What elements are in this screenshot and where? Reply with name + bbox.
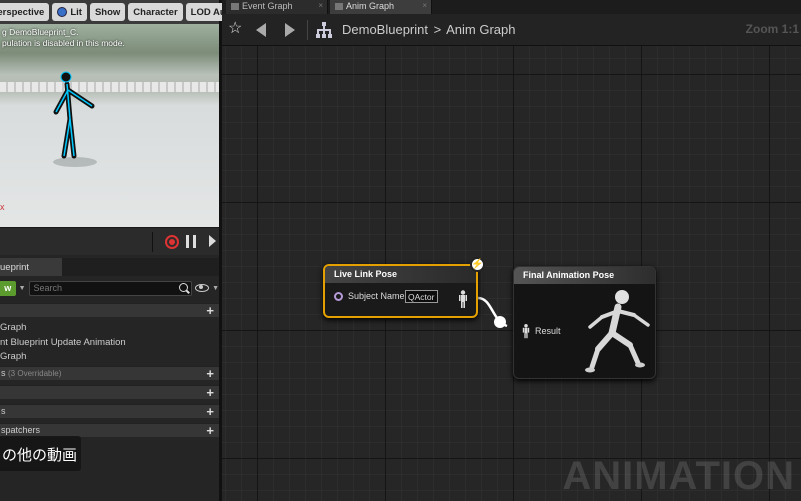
search-icon xyxy=(179,282,189,292)
watermark: ANIMATION xyxy=(562,454,795,498)
breadcrumb-separator: > xyxy=(433,22,442,37)
close-icon[interactable]: × xyxy=(422,1,427,10)
preview-viewport[interactable]: g DemoBlueprint_C. pulation is disabled … xyxy=(0,24,219,227)
plus-icon[interactable]: + xyxy=(206,367,214,380)
lit-label: Lit xyxy=(70,6,82,18)
section-label: s xyxy=(1,406,6,416)
star-icon[interactable]: ☆ xyxy=(228,21,242,37)
final-animation-pose-node[interactable]: Final Animation Pose Result xyxy=(513,266,656,379)
perspective-button[interactable]: Perspective xyxy=(0,3,50,21)
tree-item[interactable]: Graph xyxy=(0,322,26,333)
lit-icon xyxy=(57,7,68,17)
section-macros[interactable]: + xyxy=(0,385,219,399)
section-variables[interactable]: s + xyxy=(0,404,219,418)
tab-label: Event Graph xyxy=(242,1,293,11)
record-icon[interactable] xyxy=(165,235,179,249)
divider xyxy=(152,232,153,252)
my-blueprint-tabbar: ueprint xyxy=(0,258,219,276)
pin-label: Subject Name xyxy=(348,291,405,301)
breadcrumb-root[interactable]: DemoBlueprint xyxy=(342,22,428,37)
pin-label: Result xyxy=(535,326,561,336)
axis-indicator: x xyxy=(0,202,5,212)
tab-event-graph[interactable]: Event Graph × xyxy=(226,0,328,14)
my-blueprint-search-row: w ▼ ▼ xyxy=(0,279,219,297)
tab-anim-graph[interactable]: Anim Graph × xyxy=(330,0,432,14)
lit-button[interactable]: Lit xyxy=(52,3,87,21)
node-title: Live Link Pose xyxy=(325,266,476,283)
tree-item[interactable]: Graph xyxy=(0,351,26,362)
video-subtitle: の他の動画 xyxy=(0,436,81,471)
node-title: Final Animation Pose xyxy=(514,267,655,284)
plus-icon[interactable]: + xyxy=(206,304,214,317)
section-event-dispatchers[interactable]: spatchers + xyxy=(0,423,219,437)
back-arrow-icon[interactable] xyxy=(256,23,266,37)
anim-graph-editor: Event Graph × Anim Graph × ☆ DemoBlueprint… xyxy=(222,0,801,501)
close-icon[interactable]: × xyxy=(318,1,323,10)
input-pin-icon[interactable] xyxy=(334,292,343,301)
plus-icon[interactable]: + xyxy=(206,386,214,399)
graph-icon xyxy=(335,3,343,10)
eye-icon[interactable] xyxy=(195,284,210,292)
character-preview xyxy=(53,71,97,167)
section-functions[interactable]: s (3 Overridable) + xyxy=(0,366,219,380)
graph-icon xyxy=(231,3,239,10)
search-field[interactable] xyxy=(28,280,193,296)
zoom-label: Zoom 1:1 xyxy=(745,22,799,36)
graph-tabbar: Event Graph × Anim Graph × xyxy=(222,0,801,14)
plus-icon[interactable]: + xyxy=(206,424,214,437)
plus-icon[interactable]: + xyxy=(206,405,214,418)
subject-name-input[interactable] xyxy=(405,290,438,303)
my-blueprint-tab[interactable]: ueprint xyxy=(0,258,62,276)
pose-output-pin-icon[interactable] xyxy=(458,290,468,308)
section-label: s xyxy=(1,368,6,378)
live-link-pose-node[interactable]: Live Link Pose ⚡ Subject Name xyxy=(323,257,485,318)
running-mannequin-icon xyxy=(585,290,650,373)
pause-icon[interactable] xyxy=(186,235,196,248)
divider xyxy=(307,20,308,40)
viewport-toolbar: Perspective Lit Show Character LOD Auto xyxy=(0,0,240,24)
left-panel: Perspective Lit Show Character LOD Auto … xyxy=(0,0,240,501)
graph-canvas[interactable]: Live Link Pose ⚡ Subject Name Final Anim… xyxy=(222,46,801,501)
hierarchy-icon[interactable] xyxy=(316,22,332,38)
add-new-button[interactable]: w xyxy=(0,280,16,296)
pose-input-pin-icon[interactable] xyxy=(522,323,530,339)
tree-item[interactable]: nt Blueprint Update Animation xyxy=(0,337,126,348)
character-button[interactable]: Character xyxy=(128,3,183,21)
section-label: spatchers xyxy=(1,425,41,435)
breadcrumb-current: Anim Graph xyxy=(446,22,516,37)
section-graphs[interactable]: + xyxy=(0,303,219,317)
playback-controls xyxy=(0,227,219,255)
section-sublabel: (3 Overridable) xyxy=(8,369,62,378)
lightning-icon: ⚡ xyxy=(470,257,485,272)
search-input[interactable] xyxy=(33,282,174,293)
forward-arrow-icon[interactable] xyxy=(285,23,295,37)
show-button[interactable]: Show xyxy=(89,3,126,21)
tab-label: Anim Graph xyxy=(346,1,395,11)
breadcrumb: DemoBlueprint > Anim Graph xyxy=(342,22,516,37)
pose-wire xyxy=(477,296,508,328)
graph-toolbar: ☆ DemoBlueprint > Anim Graph Zoom 1:1 xyxy=(222,14,801,46)
chevron-down-icon[interactable]: ▼ xyxy=(212,285,219,292)
chevron-down-icon[interactable]: ▼ xyxy=(19,285,26,292)
